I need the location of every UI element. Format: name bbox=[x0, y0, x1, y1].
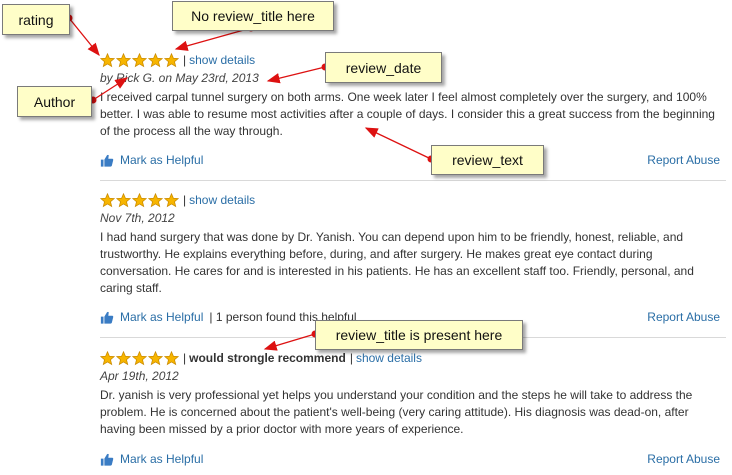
star-rating bbox=[100, 350, 179, 366]
review-2: | show details Nov 7th, 2012 I had hand … bbox=[100, 192, 726, 297]
no-title-callout: No review_title here bbox=[172, 1, 334, 31]
separator: | bbox=[183, 53, 187, 67]
title-present-callout: review_title is present here bbox=[315, 320, 523, 350]
rating-callout: rating bbox=[2, 4, 70, 35]
review-3: | would strongle recommend | show detail… bbox=[100, 350, 726, 438]
review-text: I had hand surgery that was done by Dr. … bbox=[100, 230, 694, 295]
star-icon bbox=[132, 52, 147, 67]
star-rating bbox=[100, 52, 179, 68]
report-abuse-link[interactable]: Report Abuse bbox=[647, 153, 720, 167]
star-rating bbox=[100, 192, 179, 208]
separator: | bbox=[349, 351, 353, 365]
mark-helpful-link[interactable]: Mark as Helpful bbox=[120, 310, 203, 324]
separator: | bbox=[183, 193, 187, 207]
star-icon bbox=[164, 192, 179, 207]
review-1-actions: Mark as Helpful Report Abuse bbox=[100, 151, 726, 169]
review-text: I received carpal tunnel surgery on both… bbox=[100, 90, 715, 138]
thumbs-up-icon[interactable] bbox=[100, 452, 114, 467]
star-icon bbox=[164, 52, 179, 67]
star-icon bbox=[116, 192, 131, 207]
star-icon bbox=[164, 350, 179, 365]
show-details-link[interactable]: show details bbox=[356, 351, 422, 365]
star-icon bbox=[148, 350, 163, 365]
star-icon bbox=[148, 192, 163, 207]
report-abuse-link[interactable]: Report Abuse bbox=[647, 452, 720, 466]
rating-arrow bbox=[68, 17, 100, 57]
author-callout: Author bbox=[17, 86, 92, 117]
mark-helpful-link[interactable]: Mark as Helpful bbox=[120, 153, 203, 167]
show-details-link[interactable]: show details bbox=[189, 53, 255, 67]
report-abuse-link[interactable]: Report Abuse bbox=[647, 310, 720, 324]
thumbs-up-icon[interactable] bbox=[100, 153, 114, 168]
mark-helpful-link[interactable]: Mark as Helpful bbox=[120, 452, 203, 466]
review-title: would strongle recommend bbox=[189, 351, 346, 365]
review-text: Dr. yanish is very professional yet help… bbox=[100, 388, 693, 436]
thumbs-up-icon[interactable] bbox=[100, 310, 114, 325]
star-icon bbox=[116, 350, 131, 365]
star-icon bbox=[116, 52, 131, 67]
star-icon bbox=[100, 192, 115, 207]
show-details-link[interactable]: show details bbox=[189, 193, 255, 207]
no-title-arrow bbox=[174, 27, 252, 51]
review-text-callout: review_text bbox=[431, 145, 544, 175]
rating-row: | would strongle recommend | show detail… bbox=[100, 350, 726, 366]
review-3-actions: Mark as Helpful Report Abuse bbox=[100, 450, 726, 468]
star-icon bbox=[148, 52, 163, 67]
star-icon bbox=[100, 350, 115, 365]
review-date: Apr 19th, 2012 bbox=[100, 369, 179, 383]
review-date: Nov 7th, 2012 bbox=[100, 211, 175, 225]
star-icon bbox=[132, 192, 147, 207]
star-icon bbox=[132, 350, 147, 365]
review-divider bbox=[100, 180, 726, 181]
separator: | bbox=[183, 351, 187, 365]
review-date-callout: review_date bbox=[325, 52, 442, 83]
star-icon bbox=[100, 52, 115, 67]
rating-row: | show details bbox=[100, 192, 726, 208]
